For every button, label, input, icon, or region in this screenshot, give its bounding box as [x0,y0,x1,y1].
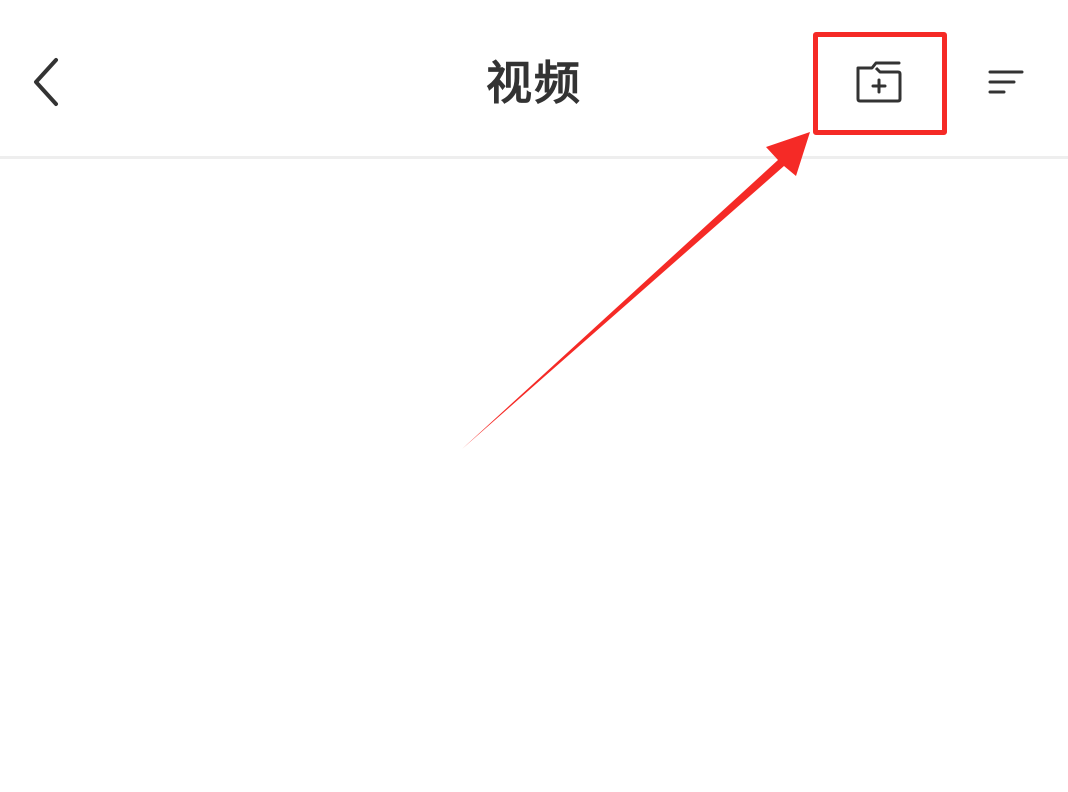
annotation-arrow [462,132,810,449]
screen: 视频 [0,0,1068,792]
